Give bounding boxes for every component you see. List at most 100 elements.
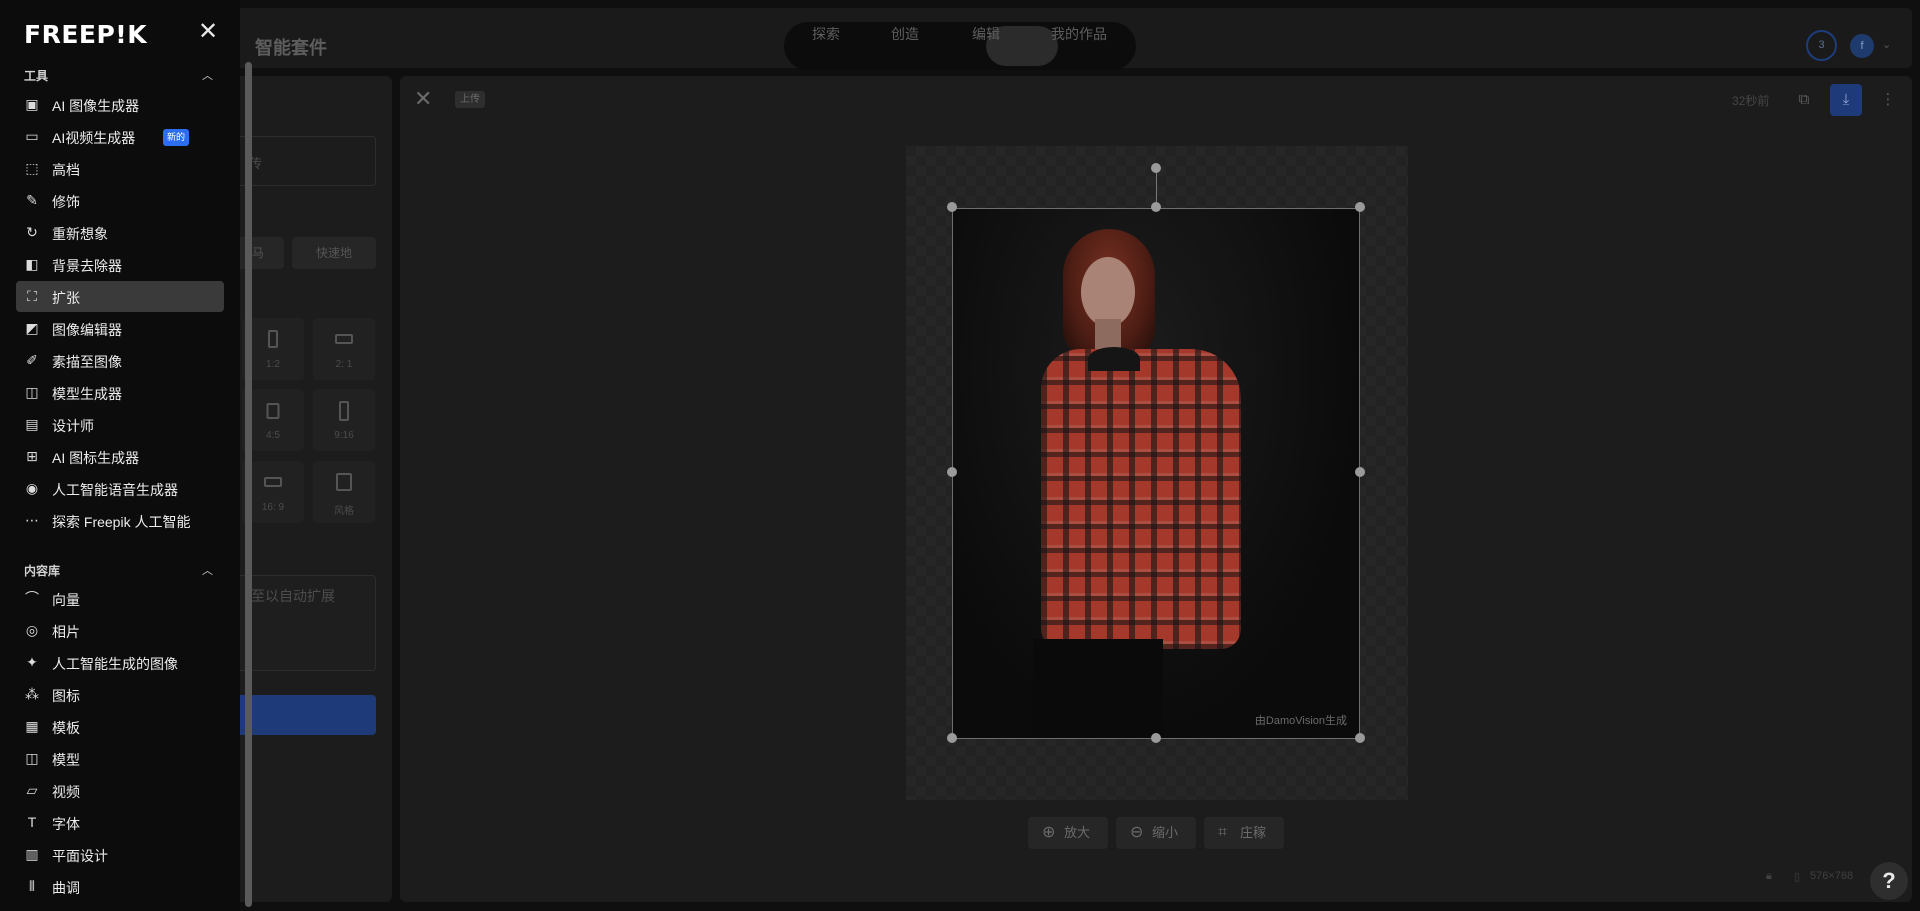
avatar[interactable]: f: [1850, 34, 1874, 58]
sidebar-item[interactable]: ⛶ 扩张: [16, 281, 224, 312]
image-generator-icon: ▣: [25, 96, 39, 112]
sidebar-item[interactable]: ▭ AI视频生成器 新的: [16, 121, 224, 152]
sidebar-item-label: 视频: [52, 784, 80, 800]
zoom-out-label: 缩小: [1152, 825, 1179, 840]
sidebar-item[interactable]: ◧ 背景去除器: [16, 249, 224, 280]
sidebar-item[interactable]: ◎ 相片: [16, 615, 224, 646]
timestamp: 32秒前: [1732, 94, 1770, 108]
help-button[interactable]: ?: [1870, 862, 1908, 900]
sidebar-item[interactable]: ▱ 视频: [16, 775, 224, 806]
chevron-up-icon[interactable]: ︿: [202, 562, 213, 578]
sidebar-item[interactable]: ⋯ 探索 Freepik 人工智能: [16, 505, 224, 536]
ratio-2-1[interactable]: 2: 1: [313, 318, 375, 380]
resize-handle[interactable]: [947, 733, 957, 743]
resize-handle[interactable]: [947, 467, 957, 477]
sidebar-item[interactable]: T 字体: [16, 807, 224, 838]
ratio-label: 2: 1: [335, 359, 353, 370]
sidebar-item[interactable]: ◉ 人工智能语音生成器: [16, 473, 224, 504]
sidebar-scrollbar[interactable]: [245, 62, 252, 907]
sidebar: FREEP!K ✕ 工具 ︿ ▣ AI 图像生成器 ▭ AI视频生成器 新的 ⬚ 高档 ✎ 修饰…: [0, 0, 240, 911]
sidebar-item[interactable]: ◩ 图像编辑器: [16, 313, 224, 344]
sidebar-item[interactable]: ↻ 重新想象: [16, 217, 224, 248]
chevron-down-icon[interactable]: ⌄: [1882, 38, 1891, 51]
more-options-icon[interactable]: ⋮: [1872, 84, 1904, 116]
sparkle-icon: ✦: [26, 654, 38, 670]
background-remover-icon: ◧: [25, 256, 39, 272]
sidebar-item[interactable]: ⁂ 图标: [16, 679, 224, 710]
ratio-9-16[interactable]: 9:16: [313, 389, 375, 451]
close-icon[interactable]: ✕: [198, 20, 218, 44]
retouch-icon: ✎: [26, 192, 38, 208]
sidebar-item[interactable]: ▣ AI 图像生成器: [16, 89, 224, 120]
upload-tag: 上传: [455, 91, 485, 108]
sidebar-item[interactable]: ◫ 模型: [16, 743, 224, 774]
sidebar-item-label: 人工智能语音生成器: [52, 482, 178, 498]
icons-icon: ⁂: [25, 686, 39, 702]
new-badge: 新的: [163, 129, 190, 146]
rotate-handle[interactable]: [1151, 163, 1161, 173]
template-icon: ▦: [25, 718, 39, 734]
sidebar-item-label: 人工智能生成的图像: [52, 656, 178, 672]
ratio-style[interactable]: 风格: [313, 461, 375, 523]
mockup-icon: ◫: [25, 750, 39, 766]
upscale-icon: ⬚: [25, 160, 39, 176]
source-image[interactable]: 由DamoVision生成: [952, 208, 1360, 739]
zoom-out-button[interactable]: ⊖ 缩小: [1116, 817, 1196, 849]
sidebar-item-label: AI视频生成器: [52, 130, 136, 146]
crop-label: 庄稼: [1240, 825, 1267, 840]
chevron-up-icon[interactable]: ︿: [202, 67, 213, 83]
landscape-shape-icon: [264, 477, 282, 487]
sidebar-item[interactable]: ▦ 模板: [16, 711, 224, 742]
sidebar-item[interactable]: ✐ 素描至图像: [16, 345, 224, 376]
sidebar-item[interactable]: ⌒ 向量: [16, 583, 224, 614]
zoom-in-label: 放大: [1064, 825, 1091, 840]
sidebar-item[interactable]: ✦ 人工智能生成的图像: [16, 647, 224, 678]
landscape-shape-icon: [335, 334, 353, 344]
ratio-label: 风格: [334, 506, 354, 517]
resize-handle[interactable]: [1355, 733, 1365, 743]
tab-explore[interactable]: 探索: [812, 24, 840, 44]
sidebar-item-label: 图像编辑器: [52, 322, 122, 338]
fast-mode-button[interactable]: 快速地: [292, 237, 376, 269]
image-collar: [1088, 347, 1140, 371]
close-icon[interactable]: ✕: [414, 88, 432, 110]
prompt-textarea[interactable]: 至以自动扩展: [232, 575, 376, 671]
sidebar-item[interactable]: ▥ 平面设计: [16, 839, 224, 870]
resize-handle[interactable]: [947, 202, 957, 212]
portrait-shape-icon: [268, 330, 278, 348]
upload-input[interactable]: 传: [232, 136, 376, 186]
image-editor-icon: ◩: [25, 320, 39, 336]
credits-badge[interactable]: 3: [1806, 30, 1837, 61]
tab-edit[interactable]: 编辑: [972, 24, 1000, 44]
resize-handle[interactable]: [1151, 202, 1161, 212]
sidebar-item[interactable]: ▤ 设计师: [16, 409, 224, 440]
image-dimensions: 576×768: [1810, 870, 1854, 882]
image-pants: [1033, 639, 1163, 738]
sidebar-item-label: 设计师: [52, 418, 94, 434]
crop-button[interactable]: ⌗ 庄稼: [1204, 817, 1284, 849]
video-icon: ▭: [25, 128, 39, 144]
tab-create[interactable]: 创造: [891, 24, 919, 44]
freepik-logo[interactable]: FREEP!K: [24, 20, 147, 49]
sidebar-item[interactable]: ⊞ AI 图标生成器: [16, 441, 224, 472]
generate-button[interactable]: [232, 695, 376, 735]
download-icon[interactable]: ⤓: [1830, 84, 1862, 116]
psd-icon: ▥: [25, 846, 39, 862]
lock-icon[interactable]: 🔒︎: [1766, 870, 1772, 883]
sidebar-item[interactable]: ⬚ 高档: [16, 153, 224, 184]
zoom-in-button[interactable]: ⊕ 放大: [1028, 817, 1108, 849]
zoom-out-icon: ⊖: [1130, 824, 1144, 841]
compare-icon[interactable]: ⧉: [1788, 84, 1820, 116]
portrait-shape-icon: [339, 401, 349, 421]
resize-handle[interactable]: [1355, 467, 1365, 477]
sidebar-item[interactable]: ◫ 模型生成器: [16, 377, 224, 408]
resize-handle[interactable]: [1151, 733, 1161, 743]
tab-my-works[interactable]: 我的作品: [1051, 24, 1107, 44]
sidebar-item[interactable]: ✎ 修饰: [16, 185, 224, 216]
sidebar-item-label: 向量: [52, 592, 80, 608]
image-face: [1081, 257, 1135, 327]
sidebar-item[interactable]: ⦀ 曲调: [16, 871, 224, 902]
resize-handle[interactable]: [1355, 202, 1365, 212]
sidebar-item-label: AI 图标生成器: [52, 450, 140, 466]
zoom-in-icon: ⊕: [1042, 824, 1056, 841]
